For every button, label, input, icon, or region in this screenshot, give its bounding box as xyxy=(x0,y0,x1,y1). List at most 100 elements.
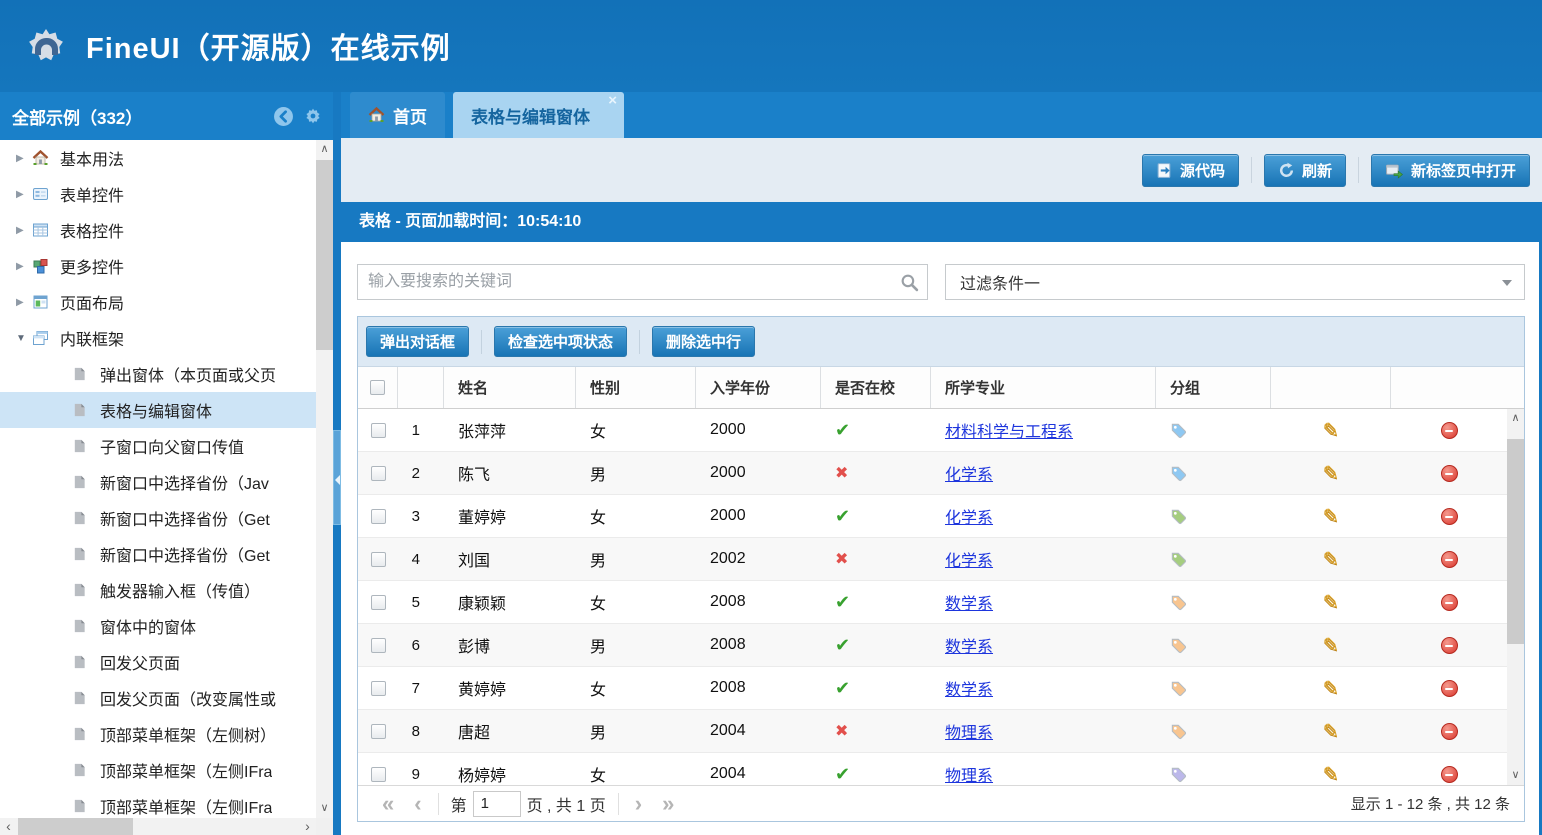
edit-pencil-icon[interactable]: ✎ xyxy=(1323,547,1340,572)
tree-item[interactable]: 回发父页面 xyxy=(0,644,316,680)
tree-item[interactable]: 表格与编辑窗体 xyxy=(0,392,316,428)
tree-item[interactable]: ▶页面布局 xyxy=(0,284,316,320)
select-all-checkbox[interactable] xyxy=(370,380,385,395)
row-checkbox[interactable] xyxy=(371,595,386,610)
edit-pencil-icon[interactable]: ✎ xyxy=(1323,762,1340,786)
row-checkbox[interactable] xyxy=(371,681,386,696)
sidebar-vertical-scrollbar[interactable]: ∧ ∨ xyxy=(316,140,333,818)
major-link[interactable]: 材料科学与工程系 xyxy=(945,418,1073,442)
tag-icon[interactable] xyxy=(1170,680,1187,697)
edit-pencil-icon[interactable]: ✎ xyxy=(1323,461,1340,486)
column-header[interactable]: 分组 xyxy=(1156,367,1271,408)
major-link[interactable]: 数学系 xyxy=(945,590,993,614)
scroll-up-icon[interactable]: ∧ xyxy=(1507,411,1524,426)
row-checkbox[interactable] xyxy=(371,552,386,567)
delete-row-icon[interactable] xyxy=(1441,723,1458,740)
tree-item[interactable]: 新窗口中选择省份（Jav xyxy=(0,464,316,500)
tag-icon[interactable] xyxy=(1170,637,1187,654)
column-header[interactable]: 姓名 xyxy=(444,367,576,408)
major-link[interactable]: 数学系 xyxy=(945,633,993,657)
row-checkbox[interactable] xyxy=(371,724,386,739)
column-header[interactable]: 是否在校 xyxy=(821,367,931,408)
major-link[interactable]: 物理系 xyxy=(945,719,993,743)
major-link[interactable]: 数学系 xyxy=(945,676,993,700)
page-number-input[interactable] xyxy=(473,791,521,817)
tree-item[interactable]: 顶部菜单框架（左侧树） xyxy=(0,716,316,752)
scrollbar-thumb[interactable] xyxy=(1507,439,1524,644)
edit-pencil-icon[interactable]: ✎ xyxy=(1323,633,1340,658)
tree-item[interactable]: 顶部菜单框架（左侧IFra xyxy=(0,788,316,818)
major-link[interactable]: 化学系 xyxy=(945,547,993,571)
tree-item[interactable]: 子窗口向父窗口传值 xyxy=(0,428,316,464)
collapse-node-icon[interactable]: ▼ xyxy=(16,333,32,344)
edit-pencil-icon[interactable]: ✎ xyxy=(1323,719,1340,744)
open-new-tab-button[interactable]: 新标签页中打开 xyxy=(1371,154,1530,187)
edit-pencil-icon[interactable]: ✎ xyxy=(1323,590,1340,615)
tree-item[interactable]: 窗体中的窗体 xyxy=(0,608,316,644)
expand-node-icon[interactable]: ▶ xyxy=(16,225,32,236)
column-header[interactable]: 性别 xyxy=(576,367,696,408)
scrollbar-thumb[interactable] xyxy=(18,818,133,835)
edit-pencil-icon[interactable]: ✎ xyxy=(1323,504,1340,529)
scroll-up-icon[interactable]: ∧ xyxy=(316,142,333,157)
tree-item[interactable]: ▼内联框架 xyxy=(0,320,316,356)
tag-icon[interactable] xyxy=(1170,551,1187,568)
sidebar-splitter[interactable] xyxy=(333,92,341,835)
check-selection-button[interactable]: 检查选中项状态 xyxy=(494,326,627,357)
scroll-right-icon[interactable]: › xyxy=(299,818,316,835)
scroll-down-icon[interactable]: ∨ xyxy=(1507,768,1524,783)
prev-page-button[interactable]: ‹ xyxy=(414,789,421,819)
delete-row-icon[interactable] xyxy=(1441,551,1458,568)
expand-node-icon[interactable]: ▶ xyxy=(16,261,32,272)
source-code-button[interactable]: 源代码 xyxy=(1142,154,1239,187)
delete-row-icon[interactable] xyxy=(1441,422,1458,439)
tree-item[interactable]: ▶更多控件 xyxy=(0,248,316,284)
tree-item[interactable]: 新窗口中选择省份（Get xyxy=(0,500,316,536)
delete-row-icon[interactable] xyxy=(1441,594,1458,611)
tree-item[interactable]: 顶部菜单框架（左侧IFra xyxy=(0,752,316,788)
tag-icon[interactable] xyxy=(1170,723,1187,740)
scroll-left-icon[interactable]: ‹ xyxy=(0,818,17,835)
open-dialog-button[interactable]: 弹出对话框 xyxy=(366,326,469,357)
last-page-button[interactable]: » xyxy=(662,789,674,819)
collapse-panel-handle[interactable] xyxy=(333,430,341,525)
tag-icon[interactable] xyxy=(1170,422,1187,439)
major-link[interactable]: 物理系 xyxy=(945,762,993,785)
tag-icon[interactable] xyxy=(1170,594,1187,611)
row-checkbox[interactable] xyxy=(371,509,386,524)
tree-item[interactable]: ▶表单控件 xyxy=(0,176,316,212)
filter-dropdown[interactable]: 过滤条件一 xyxy=(945,264,1525,300)
delete-row-icon[interactable] xyxy=(1441,508,1458,525)
tag-icon[interactable] xyxy=(1170,508,1187,525)
tag-icon[interactable] xyxy=(1170,766,1187,783)
delete-row-icon[interactable] xyxy=(1441,465,1458,482)
tag-icon[interactable] xyxy=(1170,465,1187,482)
row-checkbox[interactable] xyxy=(371,423,386,438)
major-link[interactable]: 化学系 xyxy=(945,504,993,528)
delete-rows-button[interactable]: 删除选中行 xyxy=(652,326,755,357)
search-icon[interactable] xyxy=(900,273,919,292)
column-header[interactable]: 入学年份 xyxy=(696,367,821,408)
tree-item[interactable]: ▶基本用法 xyxy=(0,140,316,176)
next-page-button[interactable]: › xyxy=(635,789,642,819)
first-page-button[interactable]: « xyxy=(382,789,394,819)
settings-gear-icon[interactable] xyxy=(303,106,323,126)
column-header[interactable]: 所学专业 xyxy=(931,367,1156,408)
tree-item[interactable]: ▶表格控件 xyxy=(0,212,316,248)
expand-node-icon[interactable]: ▶ xyxy=(16,297,32,308)
scroll-down-icon[interactable]: ∨ xyxy=(316,801,333,816)
tree-item[interactable]: 回发父页面（改变属性或 xyxy=(0,680,316,716)
edit-pencil-icon[interactable]: ✎ xyxy=(1323,418,1340,443)
sidebar-horizontal-scrollbar[interactable]: ‹ › xyxy=(0,818,316,835)
edit-pencil-icon[interactable]: ✎ xyxy=(1323,676,1340,701)
collapse-circle-left-icon[interactable] xyxy=(273,106,294,127)
row-checkbox[interactable] xyxy=(371,638,386,653)
major-link[interactable]: 化学系 xyxy=(945,461,993,485)
scrollbar-thumb[interactable] xyxy=(316,160,333,350)
tree-item[interactable]: 触发器输入框（传值） xyxy=(0,572,316,608)
refresh-button[interactable]: 刷新 xyxy=(1264,154,1346,187)
tab-active[interactable]: 表格与编辑窗体× xyxy=(453,92,624,138)
tab-home[interactable]: 首页 xyxy=(350,92,445,138)
close-icon[interactable]: × xyxy=(608,93,617,109)
tree-item[interactable]: 弹出窗体（本页面或父页 xyxy=(0,356,316,392)
